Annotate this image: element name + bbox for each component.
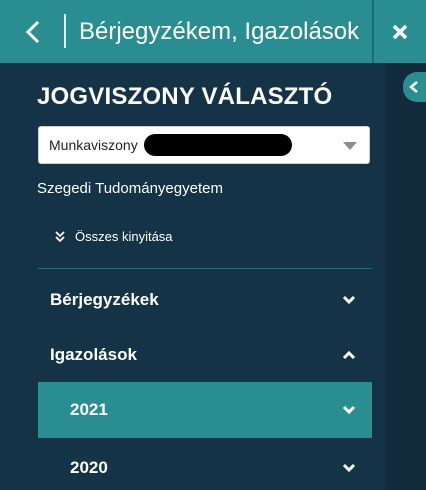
- header-divider: [372, 0, 374, 63]
- menu-item-berjegyzekek[interactable]: Bérjegyzékek: [38, 272, 372, 328]
- menu-item-label: Igazolások: [50, 345, 137, 364]
- page-title: Bérjegyzékem, Igazolások: [79, 17, 360, 45]
- divider: [38, 268, 372, 269]
- menu-item-2020[interactable]: 2020: [38, 440, 372, 490]
- menu-item-label: 2020: [70, 458, 108, 477]
- close-icon: [392, 24, 408, 39]
- menu-item-igazolasok[interactable]: Igazolások: [38, 327, 372, 383]
- caret-down-icon: [343, 142, 357, 150]
- collapse-panel-button[interactable]: [403, 72, 426, 102]
- close-button[interactable]: [374, 0, 426, 63]
- content-area: [385, 63, 426, 490]
- relationship-select[interactable]: Munkaviszony: [38, 126, 370, 164]
- app-header: Bérjegyzékem, Igazolások: [0, 0, 426, 63]
- expand-all-link[interactable]: Összes kinyitása: [55, 229, 173, 244]
- redacted-text: [143, 134, 292, 156]
- chevron-up-icon: [342, 350, 356, 360]
- chevron-down-icon: [342, 405, 356, 415]
- chevron-down-icon: [342, 295, 356, 305]
- section-title: JOGVISZONY VÁLASZTÓ: [37, 83, 333, 110]
- expand-all-label: Összes kinyitása: [75, 229, 173, 244]
- relationship-select-value: Munkaviszony: [49, 137, 138, 153]
- organization-name: Szegedi Tudományegyetem: [37, 180, 223, 197]
- menu-item-label: Bérjegyzékek: [50, 290, 159, 309]
- chevron-down-icon: [342, 463, 356, 473]
- menu-item-label: 2021: [70, 400, 108, 419]
- double-chevron-down-icon: [55, 231, 65, 242]
- back-button[interactable]: [0, 0, 66, 63]
- menu-item-2021[interactable]: 2021: [38, 382, 372, 438]
- chevron-left-icon: [25, 20, 40, 43]
- chevron-left-icon: [409, 81, 418, 93]
